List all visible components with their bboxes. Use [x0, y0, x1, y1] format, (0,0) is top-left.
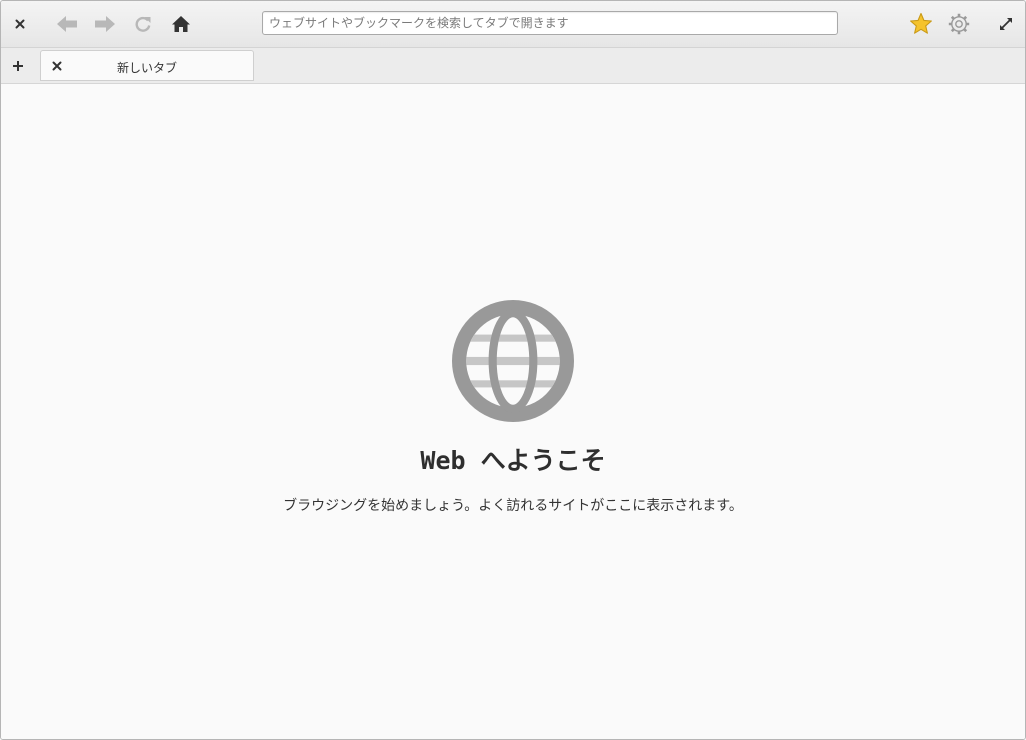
search-input[interactable] [263, 12, 837, 34]
search-bar [262, 11, 838, 35]
globe-icon [452, 300, 574, 422]
gear-icon [948, 13, 970, 35]
bookmark-button[interactable] [907, 10, 935, 38]
home-icon [172, 16, 190, 32]
new-tab-page: Web へようこそ ブラウジングを始めましょう。よく訪れるサイトがここに表示され… [1, 84, 1025, 739]
tab-close-button[interactable] [49, 58, 65, 74]
home-button[interactable] [168, 10, 194, 38]
welcome-title: Web へようこそ [420, 446, 606, 475]
forward-arrow-icon [95, 16, 115, 32]
reload-button[interactable] [130, 10, 156, 38]
tab-new-tab[interactable]: 新しいタブ [40, 50, 254, 81]
close-window-button[interactable] [7, 10, 33, 38]
star-icon [910, 12, 932, 34]
tab-title: 新しいタブ [116, 61, 177, 75]
fullscreen-button[interactable] [993, 10, 1019, 38]
new-tab-button[interactable] [7, 55, 29, 77]
close-icon [15, 19, 25, 29]
header-toolbar [1, 1, 1025, 48]
browser-window: 新しいタブ Web へようこそ ブラウジングを始めましょう。よく訪れるサイトがこ… [0, 0, 1026, 740]
expand-icon [1000, 18, 1012, 30]
back-button[interactable] [54, 10, 80, 38]
reload-icon [135, 16, 151, 32]
welcome-message: ブラウジングを始めましょう。よく訪れるサイトがここに表示されます。 [283, 498, 743, 514]
tab-bar: 新しいタブ [1, 48, 1025, 84]
settings-button[interactable] [945, 10, 973, 38]
close-icon [52, 61, 62, 71]
forward-button[interactable] [92, 10, 118, 38]
plus-icon [13, 61, 23, 71]
back-arrow-icon [57, 16, 77, 32]
